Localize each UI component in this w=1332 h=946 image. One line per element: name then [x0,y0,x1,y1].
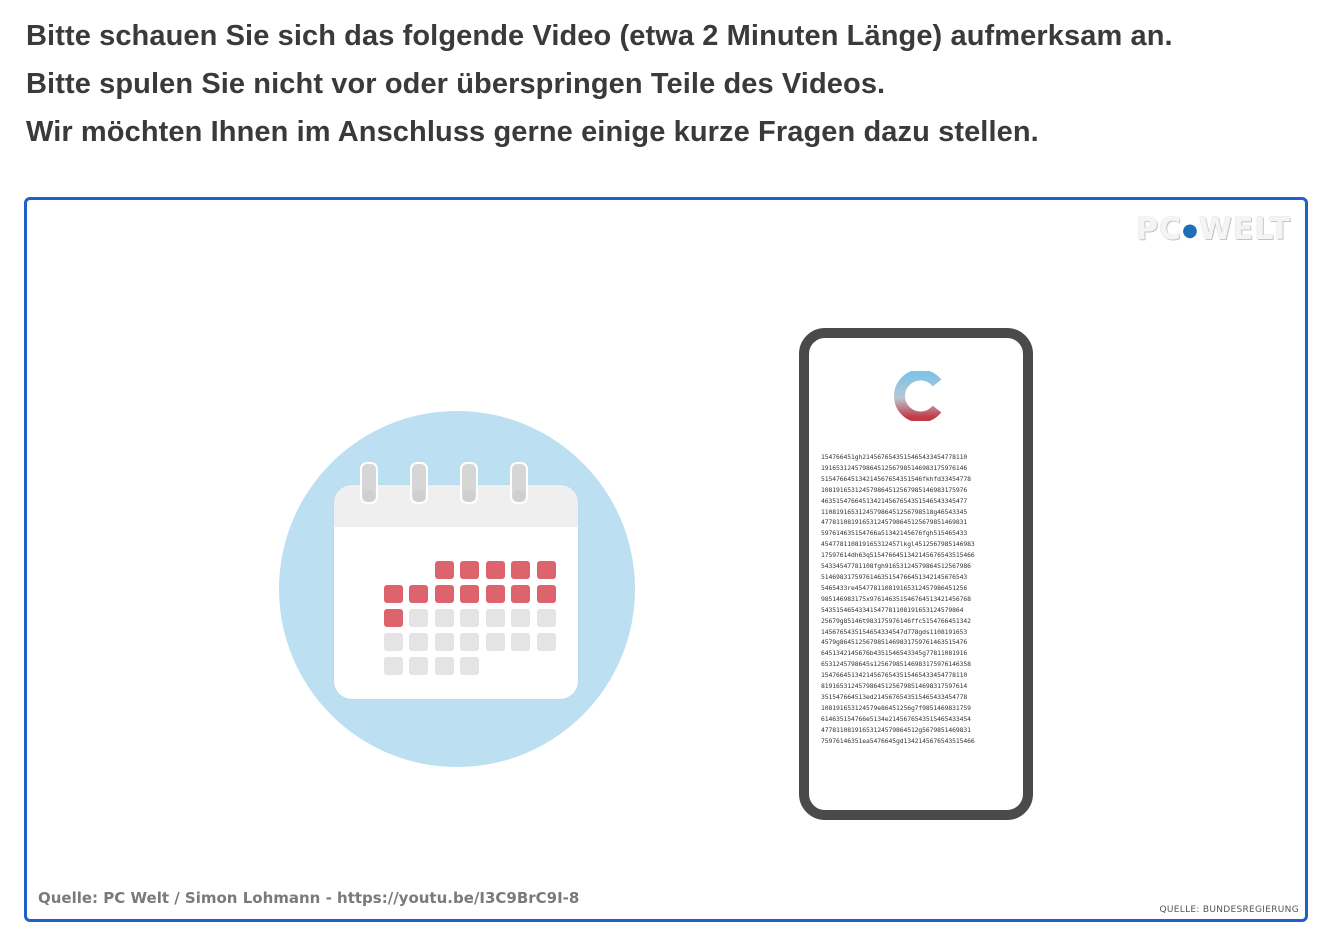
video-source-caption: Quelle: PC Welt / Simon Lohmann - https:… [38,889,580,907]
smartphone-illustration: 154766451gh2145676543515465433454778110 1… [799,328,1033,820]
code-line: 597614635154766a51342145676fgh515465433 [821,529,968,538]
calendar-day-marked [384,585,403,603]
calendar-icon [334,462,578,699]
calendar-day [460,633,479,651]
calendar-day [537,609,556,627]
calendar-day [435,609,454,627]
calendar-day [511,633,530,651]
code-line: 515476645134214567654351546fkhfd33454778 [821,474,971,483]
calendar-day-marked [537,585,556,603]
calendar-day [435,657,454,675]
pcwelt-watermark-logo: PC●WELT [1136,212,1291,247]
calendar-day [511,609,530,627]
instruction-line-2: Bitte spulen Sie nicht vor oder überspri… [26,68,886,100]
calendar-day-marked [537,561,556,579]
calendar-day-marked [460,561,479,579]
code-line: 454778110819165312457lkgl451256798514698… [821,540,975,549]
code-line: 985146983175x976146351546764513421456768 [821,594,971,603]
calendar-day [409,609,428,627]
calendar-day [435,633,454,651]
calendar-day-marked [435,561,454,579]
instruction-text: Bitte schauen Sie sich das folgende Vide… [26,12,1316,156]
code-line: 47781108191653124579864512g5679851469831 [821,725,971,734]
calendar-day [460,657,479,675]
calendar-day [409,633,428,651]
corona-warn-app-icon [894,371,942,421]
code-line: 477811081916531245798645125679851469831 [821,518,968,527]
code-line: 6451342145676b4351546543345g77811081916 [821,649,968,658]
calendar-day-marked [384,609,403,627]
code-line: 5465433re454778110819165312457986451256 [821,583,968,592]
calendar-day-marked [511,585,530,603]
code-line: 6531245798645s12567985146983175976146358 [821,660,971,669]
calendar-day-marked [511,561,530,579]
calendar-day-marked [409,585,428,603]
code-line: 54351546543341547781108191653124579864 [821,605,964,614]
calendar-day [384,657,403,675]
code-line: 1456765435154654334547d778gds1108191653 [821,627,968,636]
code-line: 154766451342145676543515465433454778110 [821,671,968,680]
calendar-day [486,609,505,627]
video-player[interactable]: PC●WELT 154766451gh214567654351546543345… [24,197,1308,922]
code-line: 108191653124579864512567985146983175976 [821,485,968,494]
image-source-caption: QUELLE: BUNDESREGIERUNG [1159,905,1299,915]
code-line: 614635154766e5134e2145676543515465433454 [821,714,971,723]
calendar-day [460,609,479,627]
calendar-day [409,657,428,675]
calendar-ring-icon [360,462,378,504]
code-line: 819165312457986451256798514698317597614 [821,682,968,691]
code-line: 514698317597614635154766451342145676543 [821,572,968,581]
code-line: 110819165312457986451256798518g46543345 [821,507,968,516]
calendar-ring-icon [510,462,528,504]
code-line: 75976146351ea5476645gd134214567654351546… [821,736,975,745]
code-line: 351547664513ed2145676543515465433454778 [821,692,968,701]
code-line: 154766451gh2145676543515465433454778110 [821,453,968,461]
calendar-ring-icon [410,462,428,504]
code-line: 17597614dh63q515476645134214567654351546… [821,551,975,560]
code-line: 54334547781108fgh91653124579864512567986 [821,562,971,571]
code-line: 25679g85146t983175976146ffc5154766451342 [821,616,971,625]
calendar-ring-icon [460,462,478,504]
calendar-day-marked [460,585,479,603]
code-line: 108191653124579e86451256g7f9851469831759 [821,703,971,712]
calendar-day-marked [486,561,505,579]
code-line: 191653124579864512567985146983175976146 [821,463,968,472]
calendar-day [486,633,505,651]
instruction-line-3: Wir möchten Ihnen im Anschluss gerne ein… [26,116,1039,148]
code-line: 463515476645134214567654351546543345477 [821,496,968,505]
calendar-day [537,633,556,651]
code-line: 4579g8645125679851469831759761463515476 [821,638,968,647]
random-id-code-text: 154766451gh2145676543515465433454778110 1… [821,452,1011,746]
calendar-day-marked [435,585,454,603]
calendar-day-marked [486,585,505,603]
instruction-line-1: Bitte schauen Sie sich das folgende Vide… [26,20,1173,52]
calendar-day [384,633,403,651]
